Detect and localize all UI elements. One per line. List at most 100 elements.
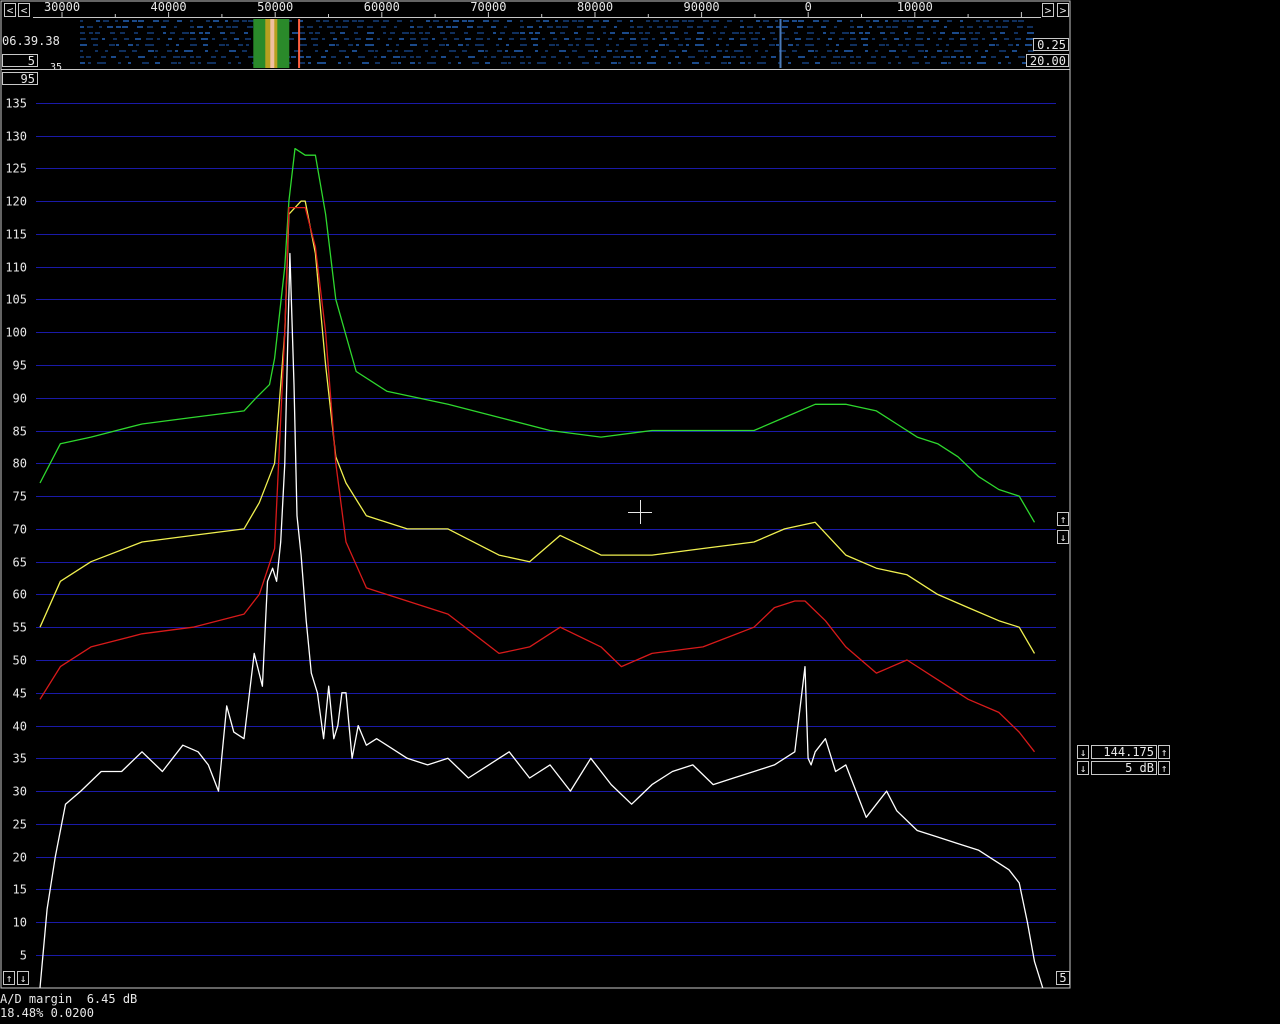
waterfall-noise [885, 20, 888, 22]
waterfall-noise [396, 44, 399, 46]
waterfall-noise [228, 62, 231, 64]
waterfall-noise [213, 20, 219, 22]
waterfall-noise [226, 26, 231, 28]
waterfall-noise [115, 20, 118, 22]
waterfall-noise [520, 44, 527, 46]
waterfall-noise [578, 20, 584, 22]
ruler-label: 80000 [577, 0, 613, 14]
waterfall-noise [95, 32, 100, 34]
waterfall-noise [794, 32, 798, 34]
waterfall-average-box[interactable]: 5 [2, 54, 38, 67]
frequency-value[interactable]: 144.175 [1091, 745, 1157, 759]
waterfall-noise [80, 56, 84, 58]
waterfall-noise [638, 62, 641, 64]
waterfall-noise [425, 32, 430, 34]
waterfall-noise [174, 26, 177, 28]
y-tick-label: 135 [5, 97, 27, 111]
waterfall-noise [905, 38, 911, 40]
waterfall-noise [837, 20, 842, 22]
y-tick-label: 55 [13, 621, 27, 635]
waterfall-noise [861, 38, 868, 40]
ruler-label: 50000 [257, 0, 293, 14]
waterfall-noise [219, 44, 225, 46]
waterfall-noise [113, 38, 117, 40]
waterfall-noise [771, 56, 776, 58]
bottom-up-arrow[interactable]: ↑ [3, 971, 15, 985]
freq-down-arrow[interactable]: ↓ [1077, 745, 1089, 759]
waterfall-noise [989, 44, 995, 46]
waterfall-noise [823, 20, 829, 22]
waterfall-noise [352, 50, 357, 52]
waterfall-noise [639, 32, 643, 34]
waterfall-noise [475, 44, 482, 46]
waterfall-noise [535, 32, 540, 34]
waterfall-noise [821, 56, 826, 58]
waterfall-noise [784, 38, 789, 40]
waterfall-noise [770, 32, 775, 34]
waterfall-noise [87, 26, 93, 28]
waterfall-noise [198, 62, 201, 64]
waterfall-noise [425, 50, 428, 52]
waterfall-noise [740, 62, 745, 64]
waterfall-noise [943, 56, 950, 58]
level-up-arrow[interactable]: ↑ [1057, 512, 1069, 526]
waterfall-noise [199, 32, 203, 34]
waterfall-noise [468, 20, 474, 22]
waterfall-noise [618, 62, 621, 64]
waterfall-noise [619, 38, 624, 40]
db-up-arrow[interactable]: ↑ [1158, 761, 1170, 775]
waterfall-noise [238, 62, 241, 64]
waterfall-noise [132, 20, 137, 22]
waterfall-noise [703, 20, 709, 22]
waterfall-noise [478, 50, 484, 52]
waterfall-noise [163, 32, 166, 34]
waterfall-noise [947, 20, 952, 22]
waterfall-noise [606, 44, 609, 46]
white-trace [39, 252, 1044, 988]
waterfall-noise [578, 56, 585, 58]
waterfall-noise [1018, 56, 1025, 58]
waterfall-noise [674, 38, 679, 40]
waterfall-noise [666, 44, 669, 46]
waterfall-gain-box[interactable]: 0.25 [1033, 38, 1069, 51]
waterfall-noise [103, 62, 106, 64]
waterfall-noise [902, 50, 907, 52]
waterfall-noise [343, 20, 349, 22]
waterfall-noise [549, 44, 555, 46]
waterfall-noise [593, 20, 599, 22]
waterfall-noise [560, 32, 565, 34]
waterfall-noise [890, 32, 895, 34]
waterfall-noise [423, 44, 428, 46]
top-level-box[interactable]: 95 [2, 72, 38, 85]
level-down-arrow[interactable]: ↓ [1057, 530, 1069, 544]
waterfall-noise [550, 32, 555, 34]
bottom-right-value[interactable]: 5 [1056, 971, 1070, 985]
waterfall-spur [779, 19, 782, 68]
spectrum-display[interactable]: 30000 40000 50000 60000 70000 80000 90000 0 1000… [0, 0, 1280, 1024]
waterfall-noise [374, 56, 377, 58]
waterfall-noise [717, 50, 722, 52]
waterfall-noise [814, 56, 817, 58]
waterfall-noise [80, 26, 84, 28]
waterfall-noise [395, 50, 398, 52]
freq-up-arrow[interactable]: ↑ [1158, 745, 1170, 759]
waterfall-noise [865, 50, 868, 52]
waterfall-noise [244, 32, 248, 34]
db-down-arrow[interactable]: ↓ [1077, 761, 1089, 775]
waterfall-noise [147, 26, 153, 28]
waterfall-noise [838, 62, 841, 64]
waterfall-noise [747, 26, 753, 28]
waterfall-noise [462, 50, 467, 52]
bottom-down-arrow[interactable]: ↓ [17, 971, 29, 985]
db-per-div-value[interactable]: 5 dB [1091, 761, 1157, 775]
waterfall-noise [300, 62, 305, 64]
waterfall-zero-box[interactable]: 20.00 [1026, 54, 1069, 67]
waterfall-noise [759, 26, 762, 28]
y-tick-label: 75 [13, 490, 27, 504]
waterfall-noise [940, 32, 945, 34]
waterfall-noise [688, 20, 694, 22]
waterfall-noise [316, 20, 320, 22]
waterfall-noise [330, 32, 335, 34]
waterfall-noise [432, 38, 435, 40]
waterfall-noise [796, 44, 799, 46]
